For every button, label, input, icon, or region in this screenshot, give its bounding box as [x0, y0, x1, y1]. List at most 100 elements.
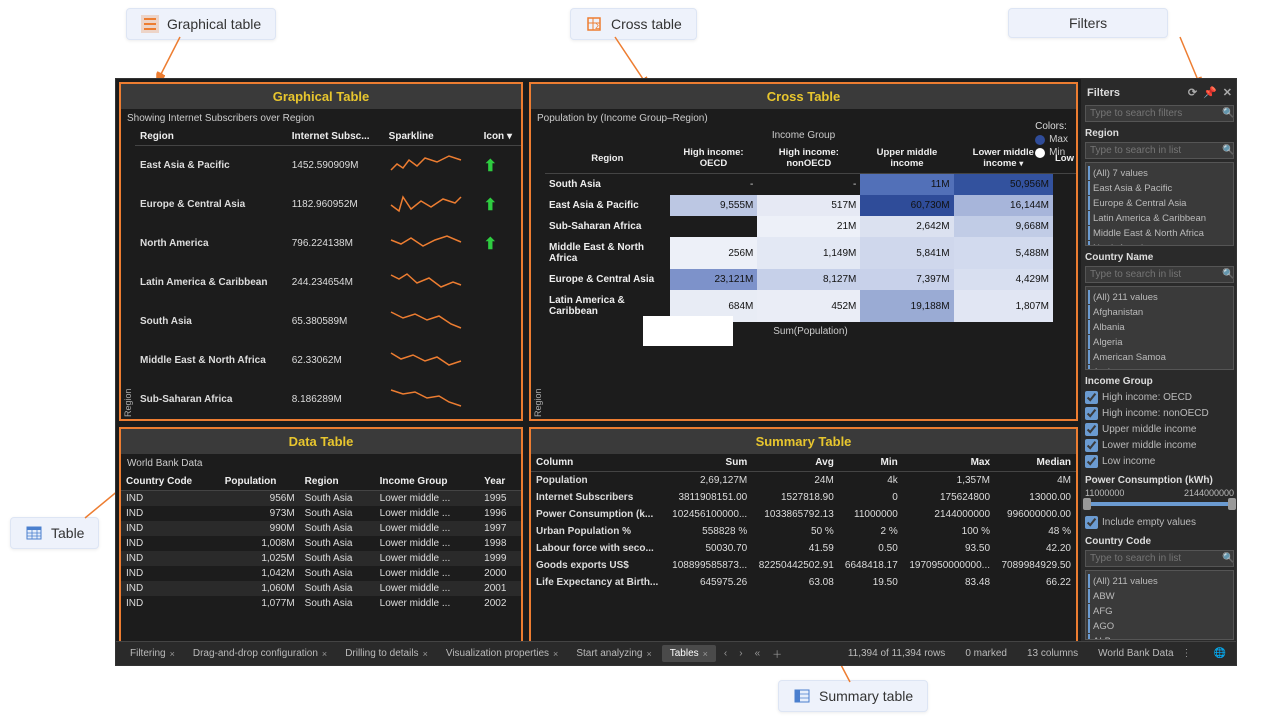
list-item[interactable]: Albania — [1088, 320, 1231, 334]
list-item[interactable]: East Asia & Pacific — [1088, 181, 1231, 195]
list-item[interactable]: (All) 211 values — [1088, 574, 1231, 588]
prev-icon[interactable]: ‹ — [720, 648, 731, 659]
list-item[interactable]: ABW — [1088, 589, 1231, 603]
power-slider[interactable] — [1085, 502, 1234, 506]
country-search[interactable]: 🔍 — [1085, 266, 1234, 283]
filters-search[interactable]: 🔍 — [1085, 105, 1234, 122]
table-row[interactable]: Sub-Saharan Africa8.186289M — [135, 380, 521, 419]
list-item[interactable]: Algeria — [1088, 335, 1231, 349]
summary-table[interactable]: ColumnSumAvgMinMaxMedianPopulation2,69,1… — [531, 454, 1076, 591]
table-row[interactable]: Labour force with seco...50030.7041.590.… — [531, 540, 1076, 557]
table-row[interactable]: IND1,060MSouth AsiaLower middle ...2001 — [121, 581, 521, 596]
col-header[interactable]: Year — [479, 473, 521, 491]
table-row[interactable]: Population2,69,127M24M4k1,357M4M — [531, 472, 1076, 490]
col-header[interactable]: Income Group — [375, 473, 480, 491]
col-header[interactable]: Column — [531, 454, 666, 472]
income-check[interactable]: High income: OECD — [1085, 389, 1234, 405]
footer-tab[interactable]: Tables × — [662, 645, 716, 662]
list-item[interactable]: (All) 7 values — [1088, 166, 1231, 180]
table-row[interactable]: South Asia65.380589M — [135, 302, 521, 341]
region-list[interactable]: (All) 7 valuesEast Asia & PacificEurope … — [1085, 162, 1234, 246]
next-icon[interactable]: › — [735, 648, 746, 659]
col-header[interactable]: Sum — [666, 454, 753, 472]
table-row[interactable]: South Asia--11M50,956M — [545, 174, 1076, 196]
col-header[interactable]: Upper middle income — [860, 143, 953, 174]
table-row[interactable]: Urban Population %558828 %50 %2 %100 %48… — [531, 523, 1076, 540]
col-header[interactable]: Population — [220, 473, 300, 491]
col-header[interactable]: Avg — [752, 454, 839, 472]
list-item[interactable]: Europe & Central Asia — [1088, 196, 1231, 210]
income-check[interactable]: Upper middle income — [1085, 421, 1234, 437]
region-search[interactable]: 🔍 — [1085, 142, 1234, 159]
table-row[interactable]: IND1,025MSouth AsiaLower middle ...1999 — [121, 551, 521, 566]
table-row[interactable]: IND1,077MSouth AsiaLower middle ...2002 — [121, 596, 521, 611]
list-item[interactable]: (All) 211 values — [1088, 290, 1231, 304]
table-row[interactable]: IND973MSouth AsiaLower middle ...1996 — [121, 506, 521, 521]
col-header[interactable]: Icon ▾ — [479, 128, 521, 146]
list-item[interactable]: AGO — [1088, 619, 1231, 633]
income-checks[interactable]: High income: OECDHigh income: nonOECDUpp… — [1085, 389, 1234, 469]
income-check[interactable]: Lower middle income — [1085, 437, 1234, 453]
pin-icon[interactable]: 📌 — [1203, 86, 1217, 99]
close-icon[interactable]: × — [646, 649, 651, 659]
income-check[interactable]: Low income — [1085, 453, 1234, 469]
col-header[interactable]: High income: OECD — [670, 143, 758, 174]
col-header[interactable]: Min — [839, 454, 903, 472]
table-row[interactable]: Latin America & Caribbean244.234654M — [135, 263, 521, 302]
table-row[interactable]: Middle East & North Africa256M1,149M5,84… — [545, 237, 1076, 269]
table-row[interactable]: Europe & Central Asia1182.960952M⬆ — [135, 185, 521, 224]
close-icon[interactable]: × — [170, 649, 175, 659]
table-row[interactable]: Sub-Saharan Africa21M2,642M9,668M — [545, 216, 1076, 237]
col-header[interactable]: Max — [903, 454, 995, 472]
list-item[interactable]: Latin America & Caribbean — [1088, 211, 1231, 225]
footer-tab[interactable]: Filtering × — [122, 645, 183, 662]
col-header[interactable]: Region — [135, 128, 287, 146]
table-row[interactable]: Internet Subscribers3811908151.001527818… — [531, 489, 1076, 506]
col-header[interactable]: Region — [300, 473, 375, 491]
add-icon[interactable]: ＋ — [768, 646, 786, 661]
table-row[interactable]: Latin America & Caribbean684M452M19,188M… — [545, 290, 1076, 322]
collapse-icon[interactable]: « — [751, 648, 765, 659]
close-icon[interactable]: × — [423, 649, 428, 659]
col-header[interactable]: Internet Subsc... — [287, 128, 384, 146]
country-list[interactable]: (All) 211 valuesAfghanistanAlbaniaAlgeri… — [1085, 286, 1234, 370]
country-search-input[interactable] — [1090, 269, 1222, 280]
col-header[interactable]: Country Code — [121, 473, 220, 491]
table-row[interactable]: Europe & Central Asia23,121M8,127M7,397M… — [545, 269, 1076, 290]
close-icon[interactable]: × — [553, 649, 558, 659]
table-row[interactable]: IND1,008MSouth AsiaLower middle ...1998 — [121, 536, 521, 551]
refresh-icon[interactable]: ⟳ — [1188, 86, 1197, 99]
col-header[interactable]: Median — [995, 454, 1076, 472]
list-item[interactable]: AFG — [1088, 604, 1231, 618]
code-search[interactable]: 🔍 — [1085, 550, 1234, 567]
table-row[interactable]: IND956MSouth AsiaLower middle ...1995 — [121, 491, 521, 507]
list-item[interactable]: Andorra — [1088, 365, 1231, 370]
list-item[interactable]: Middle East & North Africa — [1088, 226, 1231, 240]
table-row[interactable]: IND1,042MSouth AsiaLower middle ...2000 — [121, 566, 521, 581]
table-row[interactable]: North America796.224138M⬆ — [135, 224, 521, 263]
close-icon[interactable]: × — [703, 649, 708, 659]
table-row[interactable]: Power Consumption (k...102456100000...10… — [531, 506, 1076, 523]
col-header[interactable]: Sparkline — [384, 128, 479, 146]
table-row[interactable]: East Asia & Pacific9,555M517M60,730M16,1… — [545, 195, 1076, 216]
table-row[interactable]: IND990MSouth AsiaLower middle ...1997 — [121, 521, 521, 536]
cross-table[interactable]: RegionHigh income: OECDHigh income: nonO… — [545, 143, 1076, 322]
footer-tab[interactable]: Start analyzing × — [568, 645, 659, 662]
more-icon[interactable]: ⋮ — [1178, 648, 1196, 659]
footer-tab[interactable]: Drag-and-drop configuration × — [185, 645, 335, 662]
col-header[interactable]: High income: nonOECD — [757, 143, 860, 174]
region-search-input[interactable] — [1090, 145, 1222, 156]
table-row[interactable]: Middle East & North Africa62.33062M — [135, 341, 521, 380]
table-row[interactable]: Goods exports US$108899585873...82250442… — [531, 557, 1076, 574]
include-empty-check[interactable]: Include empty values — [1085, 514, 1234, 530]
table-row[interactable]: East Asia & Pacific1452.590909M⬆ — [135, 146, 521, 186]
col-header[interactable]: Region — [545, 143, 670, 174]
close-icon[interactable]: ✕ — [1223, 86, 1232, 99]
list-item[interactable]: ALB — [1088, 634, 1231, 640]
table-row[interactable]: Life Expectancy at Birth...645975.2663.0… — [531, 574, 1076, 591]
list-item[interactable]: Afghanistan — [1088, 305, 1231, 319]
footer-tab[interactable]: Drilling to details × — [337, 645, 436, 662]
list-item[interactable]: North America — [1088, 241, 1231, 246]
income-check[interactable]: High income: nonOECD — [1085, 405, 1234, 421]
list-item[interactable]: American Samoa — [1088, 350, 1231, 364]
